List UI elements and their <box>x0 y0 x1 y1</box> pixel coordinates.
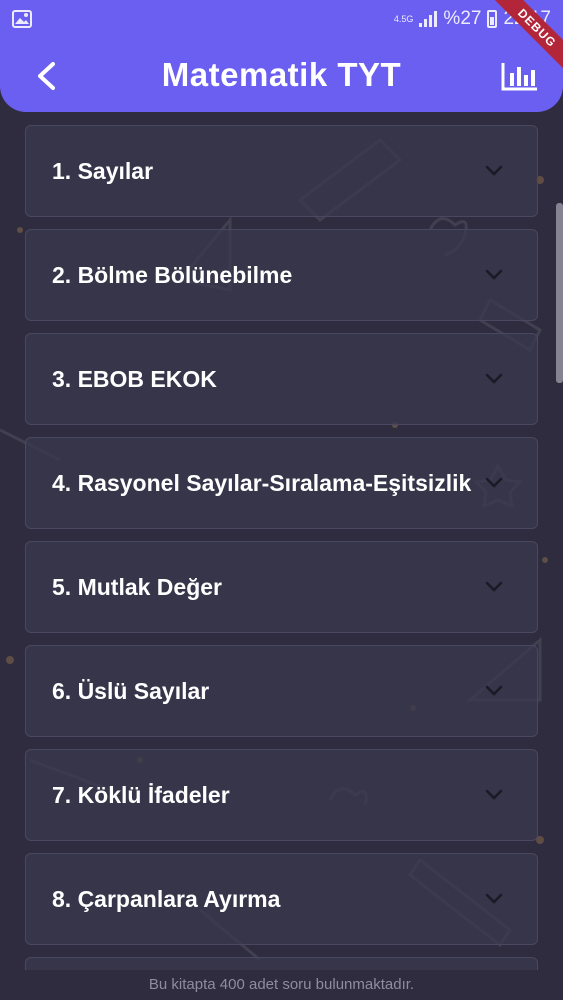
topic-list: 1. Sayılar 2. Bölme Bölünebilme 3. EBOB … <box>25 125 538 999</box>
topic-item-3[interactable]: 3. EBOB EKOK <box>25 333 538 425</box>
topic-item-2[interactable]: 2. Bölme Bölünebilme <box>25 229 538 321</box>
page-title: Matematik TYT <box>161 56 402 93</box>
chevron-down-icon[interactable] <box>485 579 503 595</box>
topic-label: 4. Rasyonel Sayılar-Sıralama-Eşitsizlik <box>52 470 472 496</box>
status-bar: 4.5G %27 22:17 <box>0 0 563 38</box>
status-left <box>12 10 32 28</box>
chevron-down-icon[interactable] <box>485 371 503 387</box>
chevron-down-icon[interactable] <box>485 683 503 699</box>
gallery-notification-icon <box>12 10 32 28</box>
chevron-down-icon[interactable] <box>485 163 503 179</box>
topic-label: 6. Üslü Sayılar <box>52 678 210 704</box>
battery-percent: %27 <box>443 8 482 29</box>
topic-item-6[interactable]: 6. Üslü Sayılar <box>25 645 538 737</box>
chevron-down-icon[interactable] <box>485 475 503 491</box>
topic-label: 1. Sayılar <box>52 158 154 184</box>
topic-item-8[interactable]: 8. Çarpanlara Ayırma <box>25 853 538 945</box>
chevron-down-icon[interactable] <box>485 787 503 803</box>
back-arrow-icon <box>38 62 55 90</box>
topic-label: 7. Köklü İfadeler <box>52 782 230 808</box>
topic-item-1[interactable]: 1. Sayılar <box>25 125 538 217</box>
bar-chart-icon <box>501 63 537 91</box>
network-type: 4.5G <box>393 13 414 24</box>
topic-item-7[interactable]: 7. Köklü İfadeler <box>25 749 538 841</box>
topic-label: 5. Mutlak Değer <box>52 574 222 600</box>
topic-item-5[interactable]: 5. Mutlak Değer <box>25 541 538 633</box>
chevron-down-icon[interactable] <box>485 267 503 283</box>
topic-label: 8. Çarpanlara Ayırma <box>52 886 281 912</box>
statistics-button[interactable] <box>499 56 541 96</box>
scrollbar[interactable] <box>556 203 563 383</box>
footer-info: Bu kitapta 400 adet soru bulunmaktadır. <box>0 970 563 1000</box>
app-bar: Matematik TYT <box>0 38 563 112</box>
signal-icon <box>419 11 438 27</box>
topic-label: 2. Bölme Bölünebilme <box>52 262 293 288</box>
back-button[interactable] <box>26 56 66 96</box>
chevron-down-icon[interactable] <box>485 891 503 907</box>
battery-icon <box>487 10 498 28</box>
topic-item-4[interactable]: 4. Rasyonel Sayılar-Sıralama-Eşitsizlik <box>25 437 538 529</box>
topic-label: 3. EBOB EKOK <box>52 366 217 392</box>
